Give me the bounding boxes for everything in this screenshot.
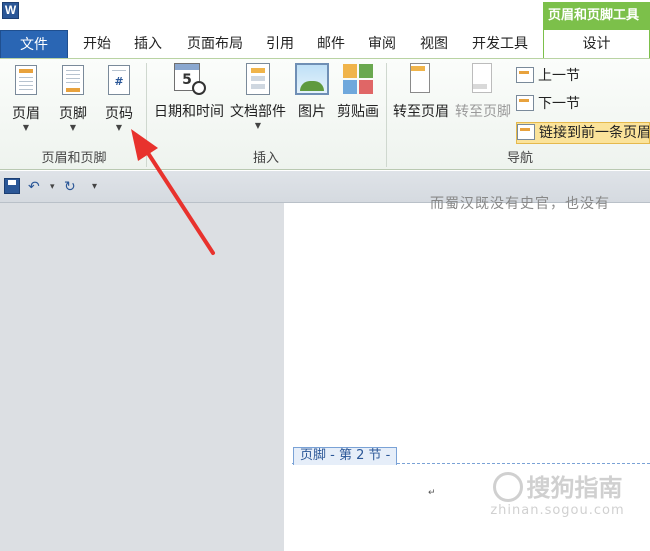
arrow-head [131,129,158,161]
arrow-shaft [144,148,215,255]
red-arrow-annotation [131,129,215,255]
